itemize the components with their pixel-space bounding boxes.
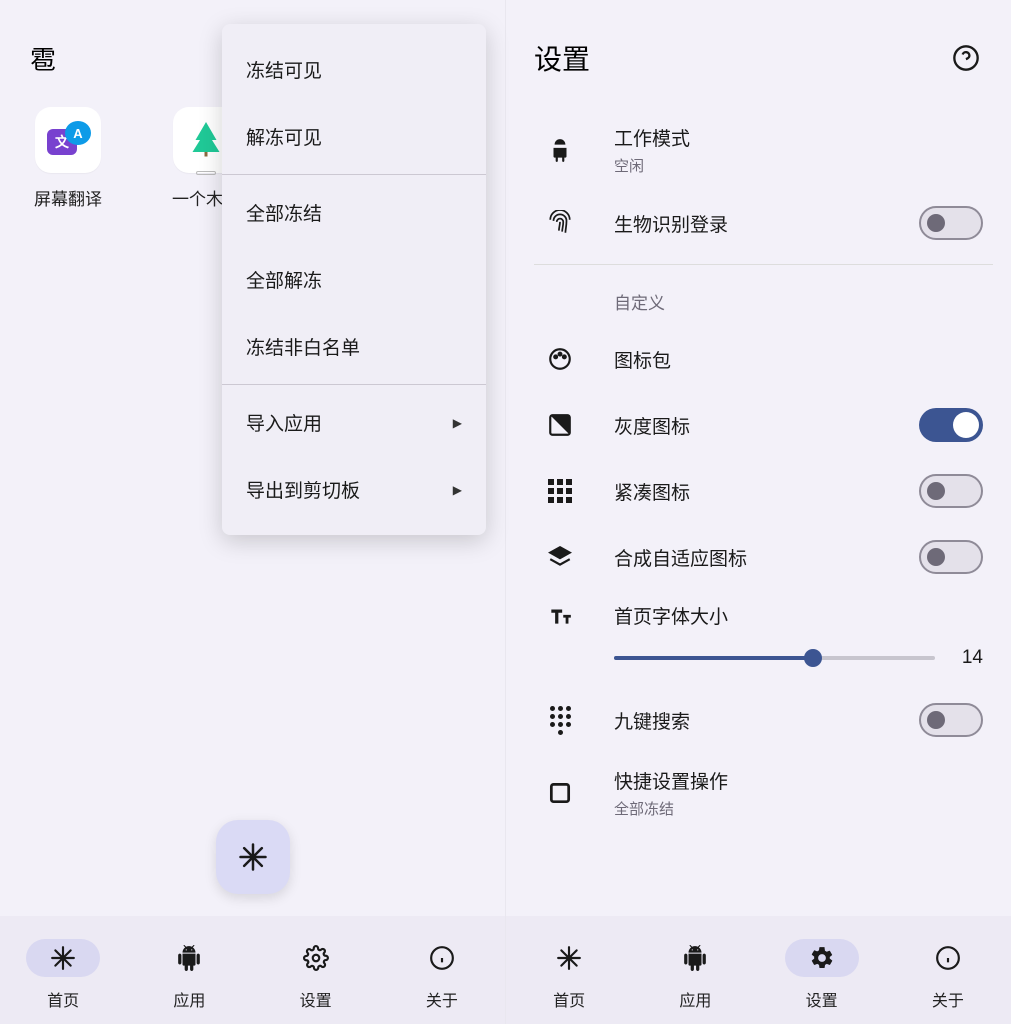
app-icon-translate: 文 A [35,107,101,173]
setting-adaptive[interactable]: 合成自适应图标 [506,524,1011,590]
bottom-nav-left: 首页 应用 设置 关于 [0,916,505,1024]
info-icon [935,945,961,971]
setting-label: 首页字体大小 [614,602,983,629]
setting-compact[interactable]: 紧凑图标 [506,458,1011,524]
bottom-nav-right: 首页 应用 设置 关于 [506,916,1011,1024]
menu-separator [222,174,486,175]
nav-label: 首页 [553,987,585,1011]
setting-biometric[interactable]: 生物识别登录 [506,190,1011,256]
setting-label: 快捷设置操作 [614,767,983,794]
nav-about[interactable]: 关于 [379,939,505,1011]
nav-apps[interactable]: 应用 [632,939,758,1011]
nav-about[interactable]: 关于 [885,939,1011,1011]
app-item-translate[interactable]: 文 A 屏幕翻译 [20,107,116,210]
snowflake-icon [238,842,268,872]
menu-freeze-visible[interactable]: 冻结可见 [222,36,486,103]
setting-sub: 全部冻结 [614,798,983,819]
context-menu: 冻结可见 解冻可见 全部冻结 全部解冻 冻结非白名单 导入应用▶ 导出到剪切板▶ [222,24,486,535]
setting-label: 合成自适应图标 [614,544,891,571]
setting-icon-pack[interactable]: 图标包 [506,326,1011,392]
nav-settings[interactable]: 设置 [253,939,379,1011]
gear-icon [303,945,329,971]
biometric-toggle[interactable] [919,206,983,240]
chevron-right-icon: ▶ [453,483,462,497]
menu-freeze-all[interactable]: 全部冻结 [222,179,486,246]
android-icon [176,945,202,971]
help-button[interactable] [949,41,983,75]
setting-label: 生物识别登录 [614,210,891,237]
nav-settings[interactable]: 设置 [759,939,885,1011]
snowflake-icon [556,945,582,971]
app-label: 屏幕翻译 [34,185,102,210]
nav-apps[interactable]: 应用 [126,939,252,1011]
right-pane: 设置 工作模式 空闲 生物识别登录 自定义 图标 [506,0,1011,1024]
nav-label: 关于 [932,987,964,1011]
setting-work-mode[interactable]: 工作模式 空闲 [506,110,1011,190]
nav-label: 设置 [300,987,332,1011]
font-size-value: 14 [953,647,983,669]
setting-font-size[interactable]: 首页字体大小 14 [506,590,1011,687]
setting-grayscale[interactable]: 灰度图标 [506,392,1011,458]
setting-label: 紧凑图标 [614,478,891,505]
nav-label: 设置 [806,987,838,1011]
section-custom: 自定义 [506,273,1011,326]
menu-import-apps[interactable]: 导入应用▶ [222,389,486,456]
android-icon [547,137,573,163]
text-size-icon [547,603,573,629]
setting-label: 工作模式 [614,124,983,151]
android-icon [682,945,708,971]
square-icon [547,780,573,806]
divider [534,264,993,265]
setting-sub: 空闲 [614,155,983,176]
setting-label: 图标包 [614,346,983,373]
settings-title: 设置 [534,38,590,78]
nav-home[interactable]: 首页 [0,939,126,1011]
menu-unfreeze-all[interactable]: 全部解冻 [222,246,486,313]
nav-label: 应用 [679,987,711,1011]
settings-header: 设置 [506,0,1011,98]
dialpad-icon [550,706,571,735]
adaptive-toggle[interactable] [919,540,983,574]
contrast-icon [547,412,573,438]
compact-toggle[interactable] [919,474,983,508]
nav-label: 关于 [426,987,458,1011]
fingerprint-icon [547,210,573,236]
grid-icon [548,479,572,503]
nav-label: 首页 [47,987,79,1011]
left-pane: 雹 文 A 屏幕翻译 一个木函 [0,0,506,1024]
nav-home[interactable]: 首页 [506,939,632,1011]
snowflake-icon [50,945,76,971]
layers-icon [547,544,573,570]
grayscale-toggle[interactable] [919,408,983,442]
help-icon [952,44,980,72]
nav-label: 应用 [173,987,205,1011]
menu-unfreeze-visible[interactable]: 解冻可见 [222,103,486,170]
freeze-fab[interactable] [216,820,290,894]
menu-separator [222,384,486,385]
setting-label: 九键搜索 [614,707,891,734]
setting-ninekey[interactable]: 九键搜索 [506,687,1011,753]
font-size-slider[interactable] [614,656,935,660]
setting-label: 灰度图标 [614,412,891,439]
info-icon [429,945,455,971]
menu-freeze-nonwhitelist[interactable]: 冻结非白名单 [222,313,486,380]
ninekey-toggle[interactable] [919,703,983,737]
setting-quick-action[interactable]: 快捷设置操作 全部冻结 [506,753,1011,819]
settings-list: 工作模式 空闲 生物识别登录 自定义 图标包 灰度图标 [506,98,1011,1024]
palette-icon [547,346,573,372]
chevron-right-icon: ▶ [453,416,462,430]
menu-export-clipboard[interactable]: 导出到剪切板▶ [222,456,486,523]
gear-filled-icon [809,945,835,971]
